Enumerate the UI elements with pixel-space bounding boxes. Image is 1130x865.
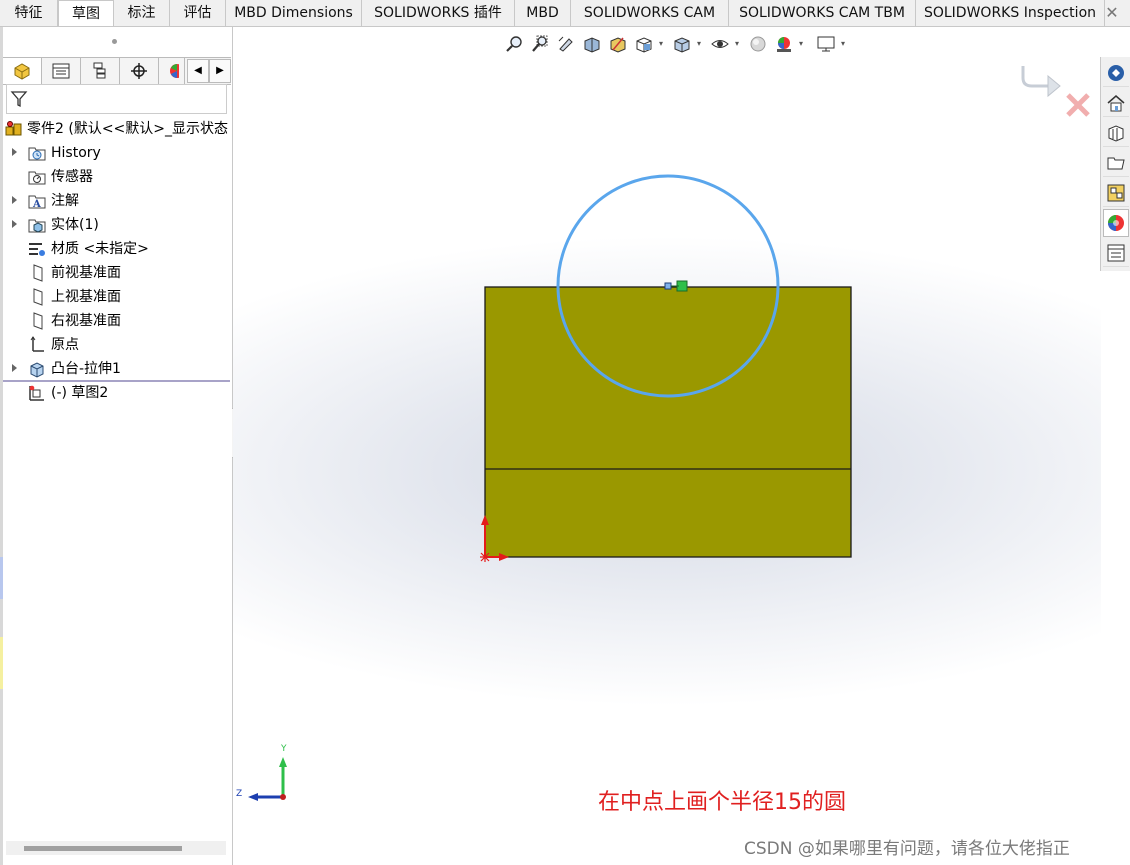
tab-solidworks-addins[interactable]: SOLIDWORKS 插件	[362, 0, 515, 26]
tree-item-label: 传感器	[51, 169, 93, 185]
plane-icon	[28, 264, 46, 282]
extruded-body-face[interactable]	[484, 286, 852, 558]
expand-arrow-icon[interactable]	[12, 220, 17, 228]
csdn-watermark: CSDN @如果哪里有问题，请各位大佬指正	[744, 839, 1070, 859]
appearance-icon	[169, 64, 179, 78]
tree-item-sensors[interactable]: 传感器	[28, 166, 93, 188]
tree-root-label: 零件2 (默认<<默认>_显示状态	[27, 121, 229, 137]
filter-icon	[10, 91, 28, 108]
panel-edge-marker	[0, 557, 3, 599]
dimxpert-manager-tab[interactable]	[120, 58, 159, 84]
horizontal-scrollbar[interactable]	[6, 841, 226, 855]
configuration-icon	[93, 62, 106, 79]
triad-z-label: Z	[236, 789, 243, 799]
sketch-icon	[28, 384, 46, 402]
panel-edge-marker	[0, 637, 3, 689]
property-list-icon	[52, 63, 70, 79]
display-manager-tab[interactable]	[159, 58, 185, 84]
tab-markup[interactable]: 标注	[114, 0, 170, 26]
panel-tab-strip: ◀ ▶	[3, 57, 231, 85]
tab-scroll-right-button[interactable]: ▶	[209, 59, 231, 83]
property-manager-tab[interactable]	[42, 58, 81, 84]
custom-properties-icon	[1107, 244, 1125, 261]
instruction-annotation: 在中点上画个半径15的圆	[598, 790, 846, 815]
tree-item-label: 材质 <未指定>	[51, 241, 149, 257]
plane-icon	[28, 312, 46, 330]
home-icon	[1107, 94, 1125, 111]
tree-item-label: 原点	[51, 337, 79, 353]
tree-item-label: 前视基准面	[51, 265, 121, 281]
tree-item-label: (-) 草图2	[51, 385, 109, 401]
triad-y-label: Y	[281, 744, 287, 754]
tree-item-top-plane[interactable]: 上视基准面	[28, 286, 121, 308]
tab-mbd[interactable]: MBD	[515, 0, 571, 26]
svg-text:A: A	[32, 199, 41, 209]
solidworks-resources-icon	[1108, 64, 1124, 81]
sensors-folder-icon	[28, 168, 46, 186]
annotations-folder-icon: A	[28, 192, 46, 210]
panel-edge	[0, 27, 3, 865]
tree-item-sketch2[interactable]: (-) 草图2	[28, 382, 108, 404]
feature-tree-filter[interactable]	[6, 84, 227, 114]
boss-extrude-icon	[28, 360, 46, 378]
history-folder-icon	[28, 144, 46, 162]
splitter-grip-icon[interactable]	[112, 39, 117, 44]
appearances-scenes-tab[interactable]	[1103, 209, 1129, 237]
crosshair-icon	[131, 63, 147, 79]
solid-bodies-folder-icon	[28, 216, 46, 234]
tree-item-label: 注解	[51, 193, 79, 209]
tree-item-label: 右视基准面	[51, 313, 121, 329]
home-tab[interactable]	[1103, 89, 1129, 117]
tab-features[interactable]: 特征	[0, 0, 58, 26]
tree-item-material[interactable]: 材质 <未指定>	[28, 238, 149, 260]
tree-item-history[interactable]: History	[28, 142, 101, 164]
material-icon	[28, 240, 46, 258]
expand-arrow-icon[interactable]	[12, 196, 17, 204]
tree-item-label: 凸台-拉伸1	[51, 361, 121, 377]
custom-properties-tab[interactable]	[1103, 239, 1129, 267]
configuration-manager-tab[interactable]	[81, 58, 120, 84]
tree-item-right-plane[interactable]: 右视基准面	[28, 310, 121, 332]
scrollbar-thumb[interactable]	[24, 846, 182, 851]
feature-tree-icon	[14, 63, 30, 80]
tree-item-front-plane[interactable]: 前视基准面	[28, 262, 121, 284]
tab-solidworks-inspection[interactable]: SOLIDWORKS Inspection	[916, 0, 1105, 26]
part-icon	[5, 120, 23, 138]
tab-solidworks-cam[interactable]: SOLIDWORKS CAM	[571, 0, 729, 26]
tree-item-boss-extrude[interactable]: 凸台-拉伸1	[28, 358, 121, 380]
close-icon[interactable]: ✕	[1103, 4, 1121, 22]
tab-scroll-left-button[interactable]: ◀	[187, 59, 209, 83]
tree-item-label: 实体(1)	[51, 217, 99, 233]
view-palette-tab[interactable]	[1103, 179, 1129, 207]
view-palette-icon	[1107, 184, 1125, 201]
tree-root-part[interactable]: 零件2 (默认<<默认>_显示状态	[5, 118, 231, 140]
feature-manager-tab[interactable]	[3, 58, 42, 84]
tree-item-annotations[interactable]: A 注解	[28, 190, 79, 212]
task-pane-tabs	[1100, 57, 1130, 271]
tree-item-label: History	[51, 145, 101, 161]
reference-triad	[248, 757, 287, 801]
solidworks-resources-tab[interactable]	[1103, 59, 1129, 87]
tree-item-solid-bodies[interactable]: 实体(1)	[28, 214, 99, 236]
design-library-icon	[1108, 124, 1124, 142]
tree-item-origin[interactable]: 原点	[28, 334, 79, 356]
expand-arrow-icon[interactable]	[12, 364, 17, 372]
appearances-icon	[1108, 215, 1124, 231]
file-explorer-tab[interactable]	[1103, 149, 1129, 177]
folder-icon	[1107, 157, 1125, 169]
tab-evaluate[interactable]: 评估	[170, 0, 226, 26]
origin-icon	[28, 336, 46, 354]
plane-icon	[28, 288, 46, 306]
tree-item-label: 上视基准面	[51, 289, 121, 305]
tab-solidworks-cam-tbm[interactable]: SOLIDWORKS CAM TBM	[729, 0, 916, 26]
command-manager-tabs: 特征 草图 标注 评估 MBD Dimensions SOLIDWORKS 插件…	[0, 0, 1130, 27]
expand-arrow-icon[interactable]	[12, 148, 17, 156]
tab-mbd-dimensions[interactable]: MBD Dimensions	[226, 0, 362, 26]
design-library-tab[interactable]	[1103, 119, 1129, 147]
model-viewport[interactable]	[233, 27, 1101, 865]
circle-center-point[interactable]	[664, 282, 672, 290]
graphics-area[interactable]: ▾ ▾ ▾ ▾ ▾ Y Z	[233, 27, 1101, 865]
tab-sketch[interactable]: 草图	[58, 0, 114, 26]
feature-manager-panel: ◀ ▶ 零件2 (默认<<默认>_显示状态 History 传感器 A 注解 实…	[0, 27, 233, 865]
